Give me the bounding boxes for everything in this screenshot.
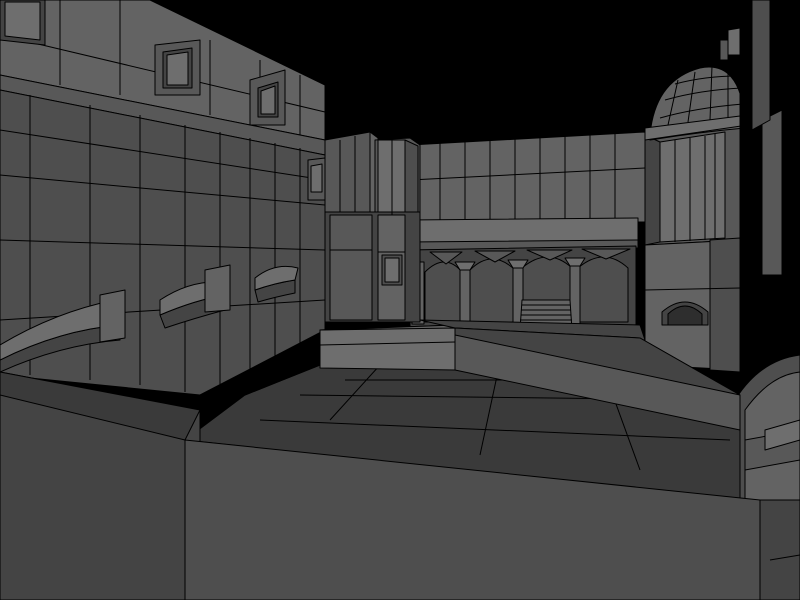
level-scene [0,0,800,600]
center-tower-block [324,131,421,323]
game-viewport[interactable] [0,0,800,600]
back-arcade-wall [407,131,646,251]
